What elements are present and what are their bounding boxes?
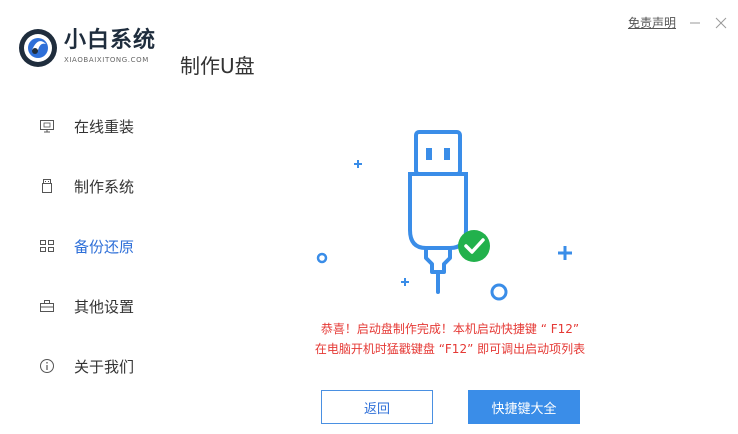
brand-name: 小白系统 [64, 28, 157, 53]
usb-drive-icon [38, 177, 56, 195]
minimize-icon [690, 22, 700, 23]
success-message-line1: 恭喜！启动盘制作完成！本机启动快捷键 “ F12” [320, 322, 580, 336]
sidebar-item-label: 制作系统 [74, 177, 135, 196]
sidebar-item-label: 其他设置 [74, 297, 135, 316]
plus-decoration-icon [558, 246, 572, 260]
brand: 小白系统 XIAOBAIXITONG.COM [64, 28, 156, 64]
sidebar-item-make-system[interactable]: 制作系统 [0, 156, 170, 216]
grid-icon [38, 237, 56, 255]
page-title: 制作U盘 [180, 54, 255, 78]
close-button[interactable] [714, 16, 728, 30]
hotkeys-button[interactable]: 快捷键大全 [468, 390, 580, 424]
window-controls: 免责声明 [628, 14, 728, 31]
sidebar-item-online-reinstall[interactable]: 在线重装 [0, 96, 170, 156]
toolbox-icon [38, 297, 56, 315]
success-check-icon [458, 230, 490, 262]
plus-decoration-icon [401, 278, 409, 286]
back-button[interactable]: 返回 [321, 390, 433, 424]
sidebar-item-label: 在线重装 [74, 117, 135, 136]
success-message-line2: 在电脑开机时猛戳键盘 “F12” 即可调出启动项列表 [314, 342, 586, 356]
sidebar-item-about-us[interactable]: 关于我们 [0, 336, 170, 396]
monitor-icon [38, 117, 56, 135]
brand-subtitle: XIAOBAIXITONG.COM [64, 56, 149, 64]
usb-drive-icon [408, 130, 468, 294]
info-icon [38, 357, 56, 375]
sidebar: 在线重装 制作系统 备份还原 其他设置 关于我们 [0, 96, 170, 396]
plus-decoration-icon [354, 160, 362, 168]
ring-decoration-icon [316, 252, 328, 264]
sidebar-item-backup-restore[interactable]: 备份还原 [0, 216, 170, 276]
close-icon [715, 17, 727, 28]
app-logo [18, 28, 58, 68]
sidebar-item-other-settings[interactable]: 其他设置 [0, 276, 170, 336]
minimize-button[interactable] [688, 16, 702, 30]
usb-success-illustration [300, 110, 600, 310]
sidebar-item-label: 关于我们 [74, 357, 135, 376]
ring-decoration-icon [490, 283, 508, 301]
disclaimer-link[interactable]: 免责声明 [628, 14, 676, 31]
sidebar-item-label: 备份还原 [74, 237, 135, 256]
